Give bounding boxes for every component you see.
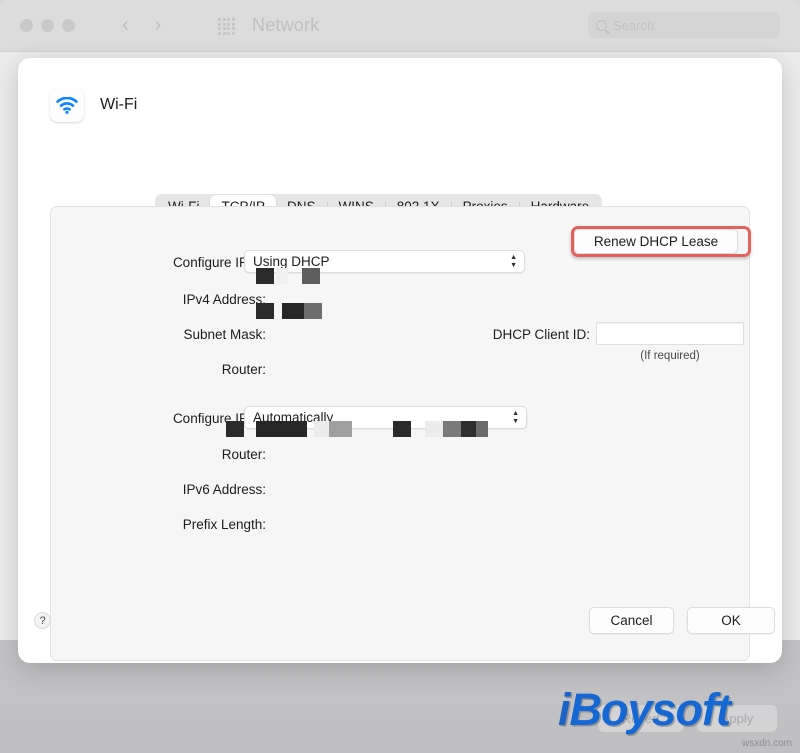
redaction-block: [256, 268, 274, 284]
search-placeholder: Search: [613, 17, 655, 33]
search-icon: [596, 19, 607, 31]
redaction-block: [256, 421, 307, 437]
minimize-window-button[interactable]: [41, 19, 54, 32]
cancel-button[interactable]: Cancel: [589, 607, 674, 634]
zoom-window-button[interactable]: [62, 19, 75, 32]
redaction-block: [256, 303, 274, 319]
redaction-block: [226, 421, 244, 437]
tcpip-settings-sheet: Wi-Fi Wi-Fi TCP/IP DNS WINS 802.1X Proxi…: [18, 58, 782, 663]
search-field[interactable]: Search: [588, 12, 780, 38]
router-ipv6-label: Router:: [221, 447, 266, 462]
ok-button[interactable]: OK: [687, 607, 775, 634]
redaction-block: [443, 421, 461, 437]
dhcp-client-id-label: DHCP Client ID:: [492, 327, 590, 342]
redaction-block: [282, 303, 304, 319]
renew-dhcp-lease-highlight: [571, 226, 751, 257]
redaction-block: [476, 421, 488, 437]
navigation-arrows: ‹ ›: [122, 14, 161, 36]
forward-icon[interactable]: ›: [155, 14, 162, 36]
watermark-logo: iBoysoft: [558, 684, 731, 735]
ipv4-address-label: IPv4 Address:: [182, 292, 266, 307]
redaction-block: [314, 421, 329, 437]
back-icon[interactable]: ‹: [122, 14, 129, 36]
show-all-grid-icon[interactable]: [218, 18, 235, 35]
credit-text: wsxdn.com: [741, 738, 792, 749]
chevron-updown-icon: ▲ ▼: [512, 409, 519, 425]
dhcp-client-id-hint: (If required): [640, 350, 700, 362]
router-ipv4-label: Router:: [221, 362, 266, 377]
window-toolbar: ‹ › Network Search: [0, 0, 800, 52]
redaction-block: [393, 421, 411, 437]
redaction-block: [329, 421, 352, 437]
prefix-length-label: Prefix Length:: [182, 517, 266, 532]
redaction-block: [304, 303, 322, 319]
close-window-button[interactable]: [20, 19, 33, 32]
service-name-label: Wi-Fi: [100, 96, 138, 113]
redaction-block: [425, 421, 443, 437]
dhcp-client-id-input[interactable]: [596, 322, 744, 345]
sheet-header: Wi-Fi: [50, 88, 137, 122]
help-button[interactable]: ?: [34, 612, 51, 629]
traffic-lights: [20, 19, 75, 32]
watermark-rest: Boysoft: [569, 684, 731, 735]
redaction-block: [276, 268, 288, 284]
ipv6-address-label: IPv6 Address:: [182, 482, 266, 497]
configure-ipv4-value: Using DHCP: [253, 254, 330, 269]
subnet-mask-label: Subnet Mask:: [183, 327, 266, 342]
window-title: Network: [252, 15, 320, 35]
wifi-icon: [50, 88, 84, 122]
chevron-updown-icon: ▲ ▼: [510, 253, 517, 269]
redaction-block: [302, 268, 320, 284]
redaction-block: [461, 421, 476, 437]
watermark-lead: i: [558, 684, 570, 735]
